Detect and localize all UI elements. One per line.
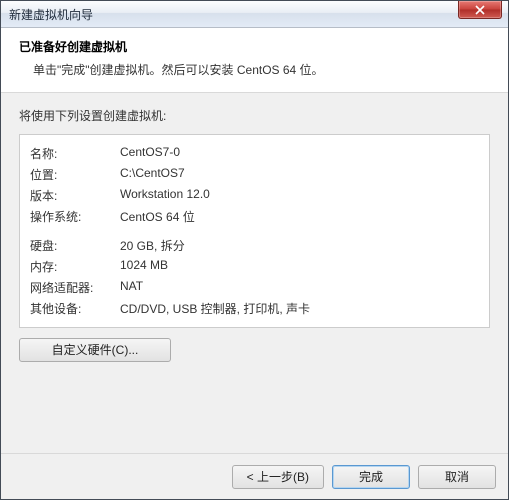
setting-os: 操作系统: CentOS 64 位 (30, 206, 479, 227)
setting-location: 位置: C:\CentOS7 (30, 164, 479, 185)
value: NAT (120, 279, 479, 296)
wizard-header: 已准备好创建虚拟机 单击"完成"创建虚拟机。然后可以安装 CentOS 64 位… (1, 28, 508, 93)
titlebar: 新建虚拟机向导 (1, 1, 508, 28)
setting-version: 版本: Workstation 12.0 (30, 185, 479, 206)
value: CentOS 64 位 (120, 208, 479, 225)
value: C:\CentOS7 (120, 166, 479, 183)
header-title: 已准备好创建虚拟机 (19, 38, 490, 55)
lead-text: 将使用下列设置创建虚拟机: (19, 107, 490, 124)
label: 操作系统: (30, 208, 120, 225)
customize-hardware-button[interactable]: 自定义硬件(C)... (19, 338, 171, 362)
value: Workstation 12.0 (120, 187, 479, 204)
close-button[interactable] (458, 1, 502, 19)
setting-memory: 内存: 1024 MB (30, 256, 479, 277)
setting-name: 名称: CentOS7-0 (30, 143, 479, 164)
spacer (30, 227, 479, 235)
label: 其他设备: (30, 300, 120, 317)
label: 硬盘: (30, 237, 120, 254)
setting-network: 网络适配器: NAT (30, 277, 479, 298)
finish-button[interactable]: 完成 (332, 465, 410, 489)
window-title: 新建虚拟机向导 (9, 6, 93, 23)
wizard-body: 将使用下列设置创建虚拟机: 名称: CentOS7-0 位置: C:\CentO… (1, 93, 508, 453)
value: 20 GB, 拆分 (120, 237, 479, 254)
label: 位置: (30, 166, 120, 183)
value: CentOS7-0 (120, 145, 479, 162)
close-icon (475, 5, 485, 15)
setting-other: 其他设备: CD/DVD, USB 控制器, 打印机, 声卡 (30, 298, 479, 319)
setting-disk: 硬盘: 20 GB, 拆分 (30, 235, 479, 256)
header-subtitle: 单击"完成"创建虚拟机。然后可以安装 CentOS 64 位。 (19, 61, 490, 78)
wizard-footer: < 上一步(B) 完成 取消 (1, 453, 508, 499)
back-button[interactable]: < 上一步(B) (232, 465, 324, 489)
wizard-window: 新建虚拟机向导 已准备好创建虚拟机 单击"完成"创建虚拟机。然后可以安装 Cen… (0, 0, 509, 500)
value: CD/DVD, USB 控制器, 打印机, 声卡 (120, 300, 479, 317)
label: 名称: (30, 145, 120, 162)
value: 1024 MB (120, 258, 479, 275)
cancel-button[interactable]: 取消 (418, 465, 496, 489)
settings-panel: 名称: CentOS7-0 位置: C:\CentOS7 版本: Worksta… (19, 134, 490, 328)
label: 内存: (30, 258, 120, 275)
label: 网络适配器: (30, 279, 120, 296)
label: 版本: (30, 187, 120, 204)
